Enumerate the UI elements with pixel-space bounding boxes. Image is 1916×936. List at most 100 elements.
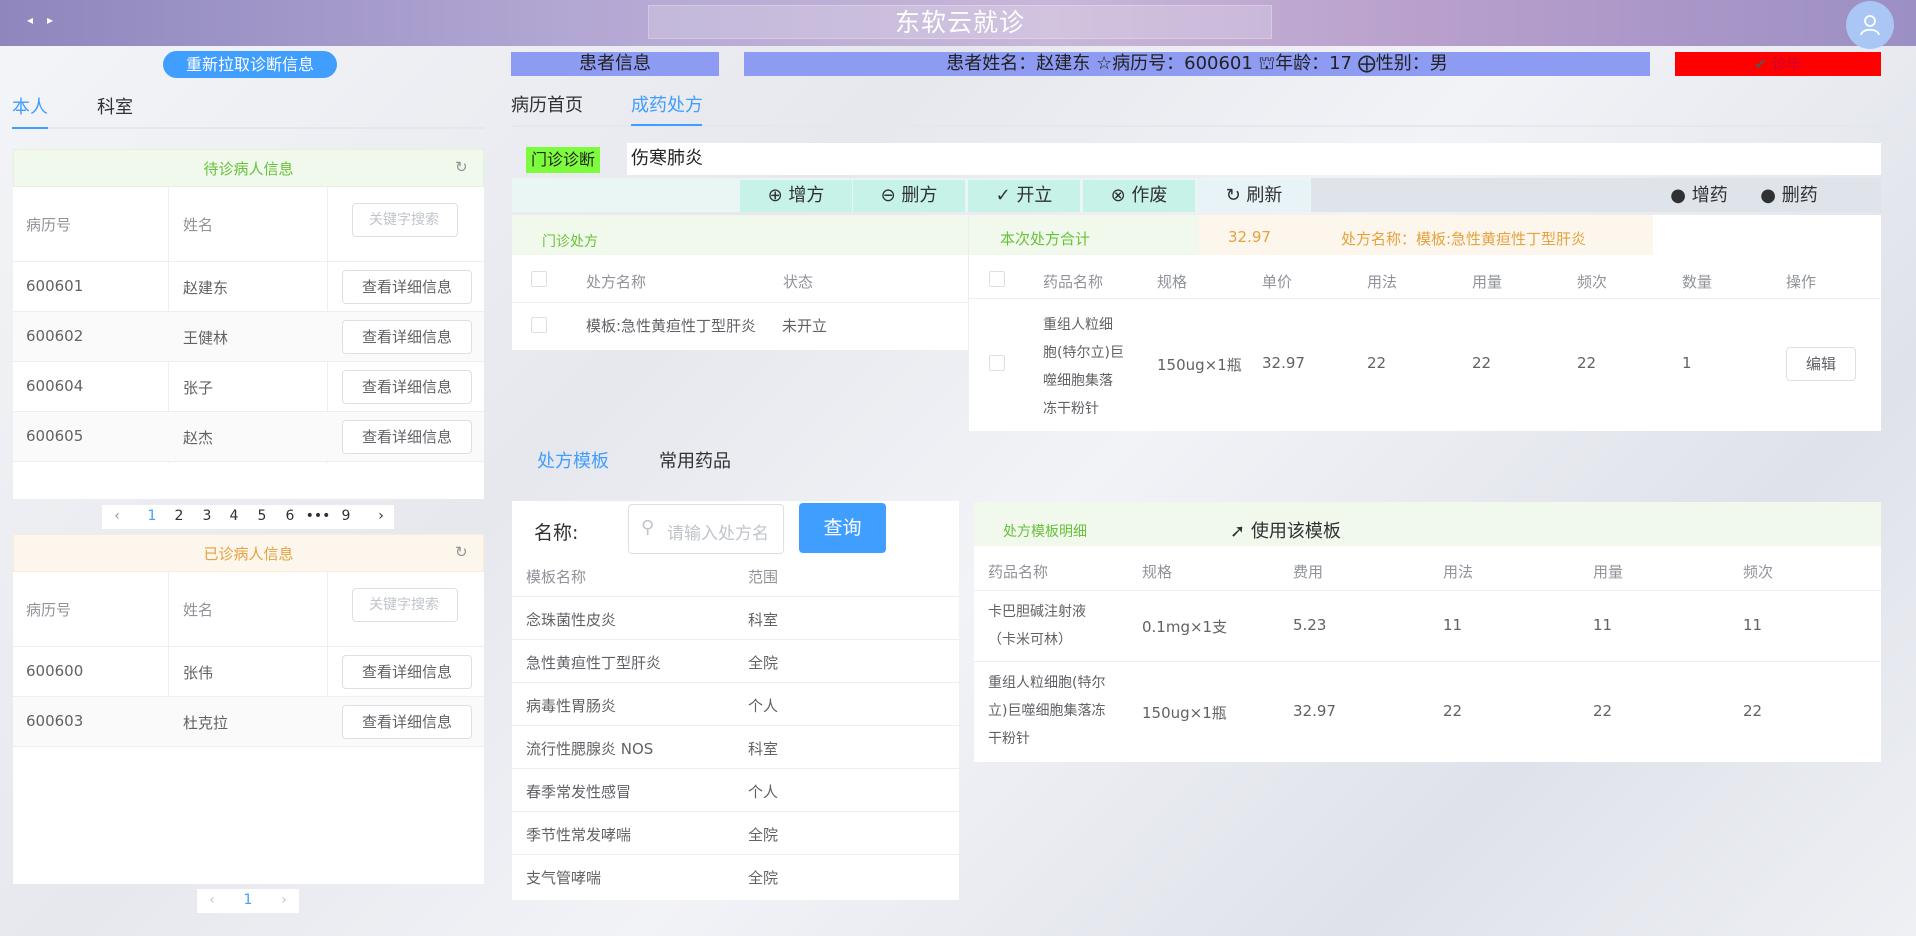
prescription-list-title: 门诊处方 [542, 234, 598, 250]
pager-ellipsis[interactable]: ••• [304, 508, 332, 524]
table-row[interactable]: 卡巴胆碱注射液 （卡米可林） 0.1mg×1支 5.23 11 11 11 [974, 591, 1881, 661]
void-prescription-button[interactable]: ⊗ 作废 [1083, 180, 1195, 212]
template-detail-title: 处方模板明细 [1003, 524, 1087, 540]
list-item[interactable]: 流行性腮腺炎 NOS 科室 [512, 726, 959, 769]
list-item[interactable]: 季节性常发哮喘 全院 [512, 812, 959, 855]
select-all-checkbox[interactable] [531, 271, 547, 287]
drug-name-line: 重组人粒细 [1043, 317, 1113, 333]
patient-info-label: 患者信息 [511, 52, 719, 76]
template-scope: 个人 [748, 697, 779, 715]
template-name: 病毒性胃肠炎 [526, 697, 617, 715]
table-row[interactable]: 重组人粒细 胞(特尔立)巨 噬细胞集落 冻干粉针 150ug×1瓶 32.97 … [969, 299, 1881, 429]
done-panel-title: 已诊病人信息 [203, 545, 294, 563]
row-checkbox[interactable] [989, 355, 1005, 371]
drug-name-line: 胞(特尔立)巨 [1043, 345, 1124, 361]
pager-prev-icon[interactable]: ‹ [106, 508, 128, 524]
column-header-usage: 用法 [1443, 563, 1474, 581]
tab-common-drugs[interactable]: 常用药品 [659, 447, 731, 473]
column-header-name: 姓名 [183, 216, 214, 234]
row-divider [13, 461, 484, 462]
pager-page[interactable]: 1 [237, 892, 259, 908]
void-prescription-label: 作废 [1131, 185, 1168, 206]
pager-page[interactable]: 1 [141, 508, 163, 524]
template-name: 急性黄疸性丁型肝炎 [526, 654, 662, 672]
view-detail-button[interactable]: 查看详细信息 [342, 370, 472, 404]
refresh-icon[interactable]: ↻ [455, 543, 468, 561]
pager-page[interactable]: 3 [196, 508, 218, 524]
list-item[interactable]: 念珠菌性皮炎 科室 [512, 597, 959, 640]
pager-page[interactable]: 4 [223, 508, 245, 524]
view-detail-button[interactable]: 查看详细信息 [342, 270, 472, 304]
use-template-label: 使用该模板 [1250, 521, 1341, 542]
delete-drug-button[interactable]: ● 删药 [1734, 180, 1844, 212]
table-row[interactable]: 600600 张伟 查看详细信息 [13, 647, 484, 697]
template-name: 流行性腮腺炎 NOS [526, 740, 654, 758]
pager-next-icon[interactable]: › [273, 892, 295, 908]
table-row[interactable]: 模板:急性黄疸性丁型肝炎 未开立 [512, 303, 968, 347]
pager-page[interactable]: 9 [335, 508, 357, 524]
template-name: 念珠菌性皮炎 [526, 611, 617, 629]
template-scope: 全院 [748, 869, 779, 887]
waiting-keyword-input[interactable]: 关键字搜索 [352, 203, 458, 237]
patient-id: 600603 [26, 712, 84, 730]
query-button[interactable]: 查询 [799, 503, 886, 553]
done-keyword-input[interactable]: 关键字搜索 [352, 588, 458, 622]
open-prescription-button[interactable]: ✓ 开立 [968, 180, 1080, 212]
pager-page[interactable]: 5 [251, 508, 273, 524]
list-item[interactable]: 春季常发性感冒 个人 [512, 769, 959, 812]
finish-button[interactable]: ✔ 诊毕 [1675, 52, 1881, 76]
send-icon: ➚ [1230, 521, 1246, 542]
table-row[interactable]: 600603 杜克拉 查看详细信息 [13, 697, 484, 747]
view-detail-button[interactable]: 查看详细信息 [342, 655, 472, 689]
column-header-name: 姓名 [183, 601, 214, 619]
pager-prev-icon[interactable]: ‹ [201, 892, 223, 908]
table-row[interactable]: 重组人粒细胞(特尔 立)巨噬细胞集落冻 干粉针 150ug×1瓶 32.97 2… [974, 662, 1881, 760]
list-item[interactable]: 急性黄疸性丁型肝炎 全院 [512, 640, 959, 683]
template-name: 支气管哮喘 [526, 869, 602, 887]
pager-next-icon[interactable]: › [370, 508, 392, 524]
forward-arrow-icon[interactable]: ▸ [47, 13, 53, 27]
pager-page[interactable]: 6 [279, 508, 301, 524]
drug-name: 卡巴胆碱注射液 （卡米可林） [988, 598, 1086, 654]
patient-info-bar: 患者姓名：赵建东 ☆病历号：600601 ⛫年龄：17 ⨁性别：男 [744, 52, 1650, 76]
minus-filled-icon: ● [1760, 185, 1776, 206]
select-all-checkbox[interactable] [989, 271, 1005, 287]
tab-department[interactable]: 科室 [97, 93, 133, 119]
row-checkbox[interactable] [531, 317, 547, 333]
user-avatar-icon[interactable] [1846, 1, 1894, 49]
tab-prescription-template[interactable]: 处方模板 [537, 447, 609, 473]
use-template-button[interactable]: ➚ 使用该模板 [1230, 517, 1341, 543]
delete-prescription-button[interactable]: ⊖ 删方 [853, 180, 965, 212]
table-row[interactable]: 600605 赵杰 查看详细信息 [13, 412, 484, 462]
view-detail-button[interactable]: 查看详细信息 [342, 420, 472, 454]
template-scope: 科室 [748, 740, 779, 758]
table-row[interactable]: 600602 王健林 查看详细信息 [13, 312, 484, 362]
column-header-freq: 频次 [1577, 273, 1608, 291]
tab-prescription[interactable]: 成药处方 [631, 91, 703, 117]
back-arrow-icon[interactable]: ◂ [27, 13, 33, 27]
tab-medical-record[interactable]: 病历首页 [511, 91, 583, 117]
refresh-icon[interactable]: ↻ [455, 158, 468, 176]
view-detail-button[interactable]: 查看详细信息 [342, 705, 472, 739]
table-row[interactable]: 600604 张子 查看详细信息 [13, 362, 484, 412]
column-header-status: 状态 [783, 273, 814, 291]
refresh-button[interactable]: ↻ 刷新 [1198, 180, 1310, 212]
drug-name-line: 干粉针 [988, 731, 1030, 747]
pager-page[interactable]: 2 [168, 508, 190, 524]
waiting-panel-title: 待诊病人信息 [203, 160, 294, 178]
list-item[interactable]: 支气管哮喘 全院 [512, 855, 959, 898]
tab-self[interactable]: 本人 [12, 93, 48, 119]
view-detail-button[interactable]: 查看详细信息 [342, 320, 472, 354]
table-row[interactable]: 600601 赵建东 查看详细信息 [13, 262, 484, 312]
diagnosis-label: 门诊诊断 [526, 147, 600, 173]
patient-id: 600604 [26, 377, 84, 395]
add-prescription-button[interactable]: ⊕ 增方 [740, 180, 852, 212]
edit-button[interactable]: 编辑 [1786, 347, 1856, 381]
refresh-diagnosis-button[interactable]: 重新拉取诊断信息 [163, 51, 337, 78]
template-search-input[interactable]: ⚲ 请输入处方名 [628, 504, 784, 554]
column-header-spec: 规格 [1142, 563, 1173, 581]
x-circle-icon: ⊗ [1110, 185, 1126, 206]
diagnosis-field[interactable]: 伤寒肺炎 [627, 143, 1881, 175]
list-item[interactable]: 病毒性胃肠炎 个人 [512, 683, 959, 726]
delete-drug-label: 删药 [1781, 185, 1818, 206]
